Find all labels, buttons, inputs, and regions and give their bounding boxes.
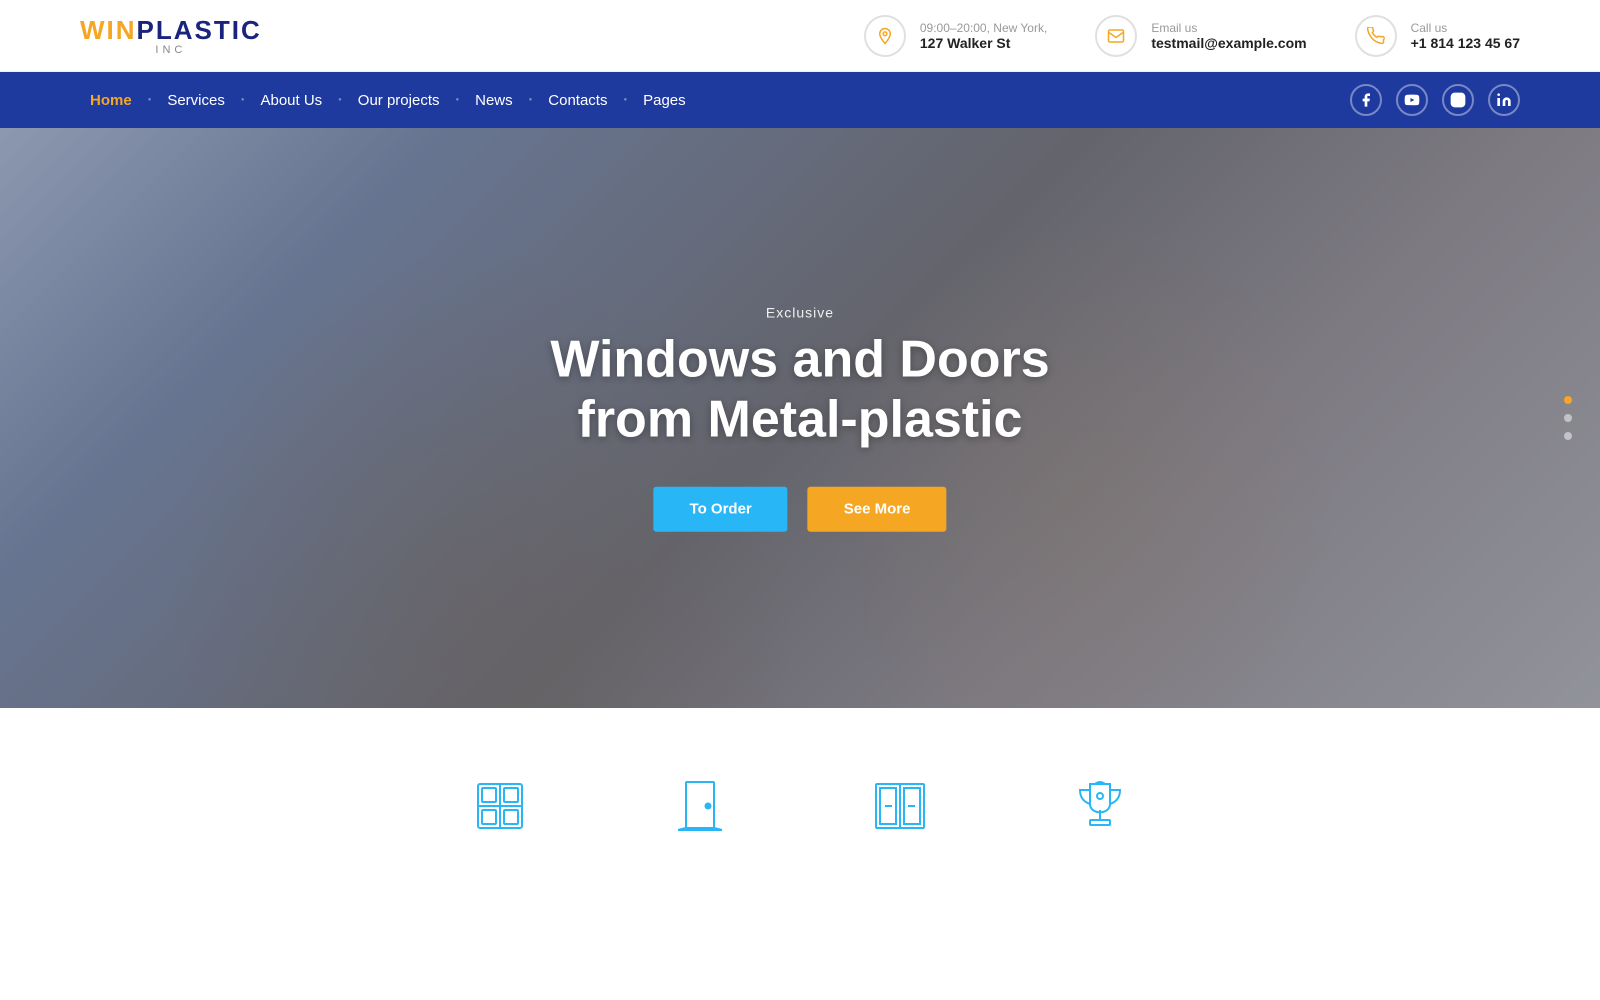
- nav-home[interactable]: Home: [80, 92, 142, 109]
- contact-phone: Call us +1 814 123 45 67: [1355, 15, 1520, 57]
- location-icon: [876, 27, 894, 45]
- contact-email-text: Email us testmail@example.com: [1151, 21, 1306, 51]
- feature-door[interactable]: [600, 756, 800, 856]
- instagram-icon[interactable]: [1442, 84, 1474, 116]
- hero-title: Windows and Doors from Metal-plastic: [550, 331, 1049, 451]
- nav-contacts[interactable]: Contacts: [538, 92, 617, 109]
- nav-dot-4: ●: [456, 97, 460, 103]
- nav-news[interactable]: News: [465, 92, 523, 109]
- nav-about[interactable]: About Us: [250, 92, 332, 109]
- contact-email: Email us testmail@example.com: [1095, 15, 1306, 57]
- balcony-icon: [870, 776, 930, 836]
- contact-email-label: Email us: [1151, 21, 1306, 35]
- nav-bar: Home ● Services ● About Us ● Our project…: [0, 72, 1600, 128]
- trophy-icon: [1070, 776, 1130, 836]
- nav-dot-5: ●: [529, 97, 533, 103]
- hero-content: Exclusive Windows and Doors from Metal-p…: [550, 305, 1049, 532]
- nav-dot-3: ●: [338, 97, 342, 103]
- contact-phone-label: Call us: [1411, 21, 1520, 35]
- hero-buttons: To Order See More: [550, 486, 1049, 531]
- contact-phone-value: +1 814 123 45 67: [1411, 35, 1520, 51]
- contact-location-label: 09:00–20:00, New York,: [920, 21, 1047, 35]
- nav-services[interactable]: Services: [157, 92, 235, 109]
- slider-dot-3[interactable]: [1564, 432, 1572, 440]
- contact-email-value: testmail@example.com: [1151, 35, 1306, 51]
- feature-balcony[interactable]: [800, 756, 1000, 856]
- contact-location-text: 09:00–20:00, New York, 127 Walker St: [920, 21, 1047, 51]
- nav-dot-1: ●: [148, 97, 152, 103]
- top-bar: WINPLASTIC INC 09:00–20:00, New York, 12…: [0, 0, 1600, 72]
- see-more-button[interactable]: See More: [808, 486, 947, 531]
- logo[interactable]: WINPLASTIC INC: [80, 15, 262, 56]
- contact-items: 09:00–20:00, New York, 127 Walker St Ema…: [864, 15, 1520, 57]
- nav-links: Home ● Services ● About Us ● Our project…: [80, 92, 1350, 109]
- contact-phone-text: Call us +1 814 123 45 67: [1411, 21, 1520, 51]
- nav-dot-2: ●: [241, 97, 245, 103]
- nav-social: [1350, 84, 1520, 116]
- feature-window[interactable]: [400, 756, 600, 856]
- facebook-icon[interactable]: [1350, 84, 1382, 116]
- logo-sub: INC: [155, 44, 186, 56]
- door-icon: [670, 776, 730, 836]
- youtube-icon[interactable]: [1396, 84, 1428, 116]
- logo-text: WINPLASTIC: [80, 15, 262, 46]
- contact-location-value: 127 Walker St: [920, 35, 1047, 51]
- nav-dot-6: ●: [623, 97, 627, 103]
- slider-dots: [1564, 396, 1572, 440]
- nav-projects[interactable]: Our projects: [348, 92, 450, 109]
- phone-icon-wrap: [1355, 15, 1397, 57]
- email-icon: [1107, 27, 1125, 45]
- slider-dot-1[interactable]: [1564, 396, 1572, 404]
- contact-location: 09:00–20:00, New York, 127 Walker St: [864, 15, 1047, 57]
- slider-dot-2[interactable]: [1564, 414, 1572, 422]
- hero-section: Exclusive Windows and Doors from Metal-p…: [0, 128, 1600, 708]
- nav-pages[interactable]: Pages: [633, 92, 696, 109]
- email-icon-wrap: [1095, 15, 1137, 57]
- linkedin-icon[interactable]: [1488, 84, 1520, 116]
- window-icon: [470, 776, 530, 836]
- hero-exclusive: Exclusive: [550, 305, 1049, 321]
- order-button[interactable]: To Order: [654, 486, 788, 531]
- location-icon-wrap: [864, 15, 906, 57]
- phone-icon: [1367, 27, 1385, 45]
- feature-award[interactable]: [1000, 756, 1200, 856]
- icons-section: [0, 708, 1600, 880]
